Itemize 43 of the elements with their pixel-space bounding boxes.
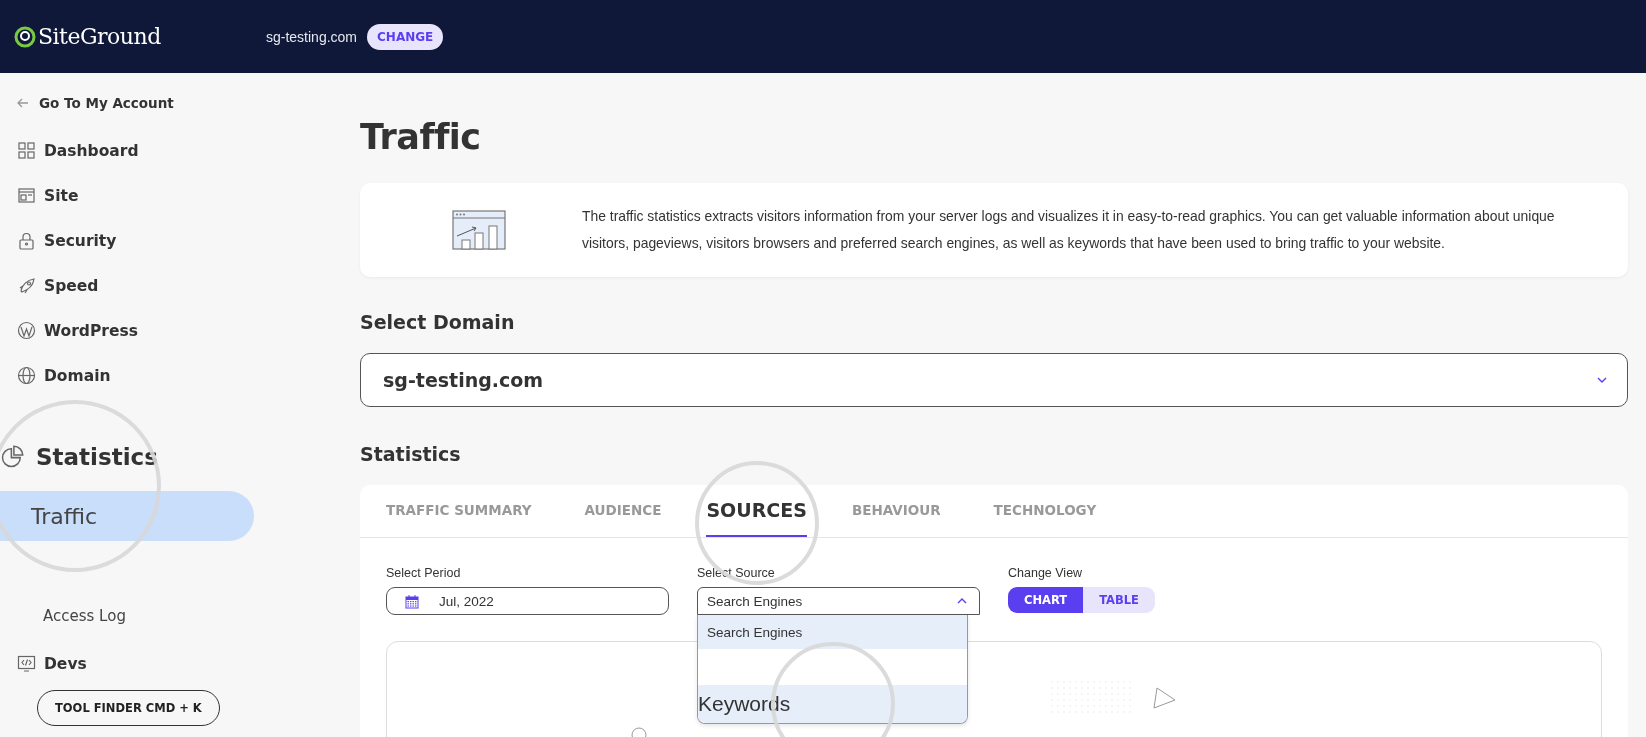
- period-field[interactable]: Jul, 2022: [386, 587, 669, 615]
- arrow-left-icon: [16, 97, 29, 109]
- field-label: Change View: [1008, 565, 1084, 582]
- calendar-icon: [405, 593, 419, 609]
- pie-chart-icon: [0, 445, 24, 469]
- sidebar-section[interactable]: Dashboard: [0, 128, 254, 173]
- sidebar-section[interactable]: WordPress: [0, 308, 254, 353]
- site-domain: sg-testing.com: [266, 28, 358, 45]
- dropdown-option[interactable]: Keywords: [698, 685, 967, 723]
- lock-icon: [17, 231, 36, 250]
- logo-text: SiteGround: [38, 24, 161, 49]
- field-label: Select Source: [697, 565, 776, 582]
- tab[interactable]: SOURCES: [706, 485, 807, 537]
- chevron-down-icon: [1597, 377, 1607, 383]
- code-icon: [17, 654, 36, 673]
- change-button[interactable]: CHANGE: [367, 23, 444, 50]
- intro-text: The traffic statistics extracts visitors information from your server logs and visualizes it in easy-to-read graphics. You can get valuable information about unique visitors, pageviews, visitors browsers and preferred search engines, as well as keywords that have been used to bring traffic to your website.: [582, 207, 1556, 253]
- statistics-window-icon: [452, 210, 506, 250]
- sidebar-item[interactable]: Access Log: [0, 591, 254, 641]
- sidebar-section[interactable]: Site: [0, 173, 254, 218]
- back-link[interactable]: Go To My Account: [0, 88, 254, 118]
- zigzag-circle-icon: [17, 321, 36, 340]
- chevron-up-icon: [957, 598, 967, 604]
- dropdown-option[interactable]: Search Engines: [698, 615, 967, 649]
- page-title: Traffic: [360, 116, 482, 159]
- view-toggle[interactable]: CHART: [1008, 587, 1084, 613]
- sidebar-section[interactable]: Security: [0, 218, 254, 263]
- view-toggle[interactable]: TABLE: [1083, 587, 1155, 613]
- sidebar-section[interactable]: Devs: [0, 641, 254, 686]
- domain-select[interactable]: sg-testing.com: [360, 353, 1628, 407]
- globe-icon: [17, 366, 36, 385]
- section-heading: Statistics: [360, 442, 462, 467]
- source-select[interactable]: Search Engines: [697, 587, 980, 615]
- swirl-icon: [14, 24, 36, 49]
- sidebar-item[interactable]: Traffic: [0, 491, 254, 541]
- window-icon: [17, 186, 36, 205]
- rocket-icon: [17, 276, 36, 295]
- sidebar-section[interactable]: Statistics: [0, 432, 254, 482]
- grid-icon: [17, 141, 36, 160]
- section-heading: Select Domain: [360, 310, 516, 335]
- field-label: Select Period: [386, 565, 462, 582]
- sidebar-section[interactable]: Speed: [0, 263, 254, 308]
- sidebar-section[interactable]: Domain: [0, 353, 254, 398]
